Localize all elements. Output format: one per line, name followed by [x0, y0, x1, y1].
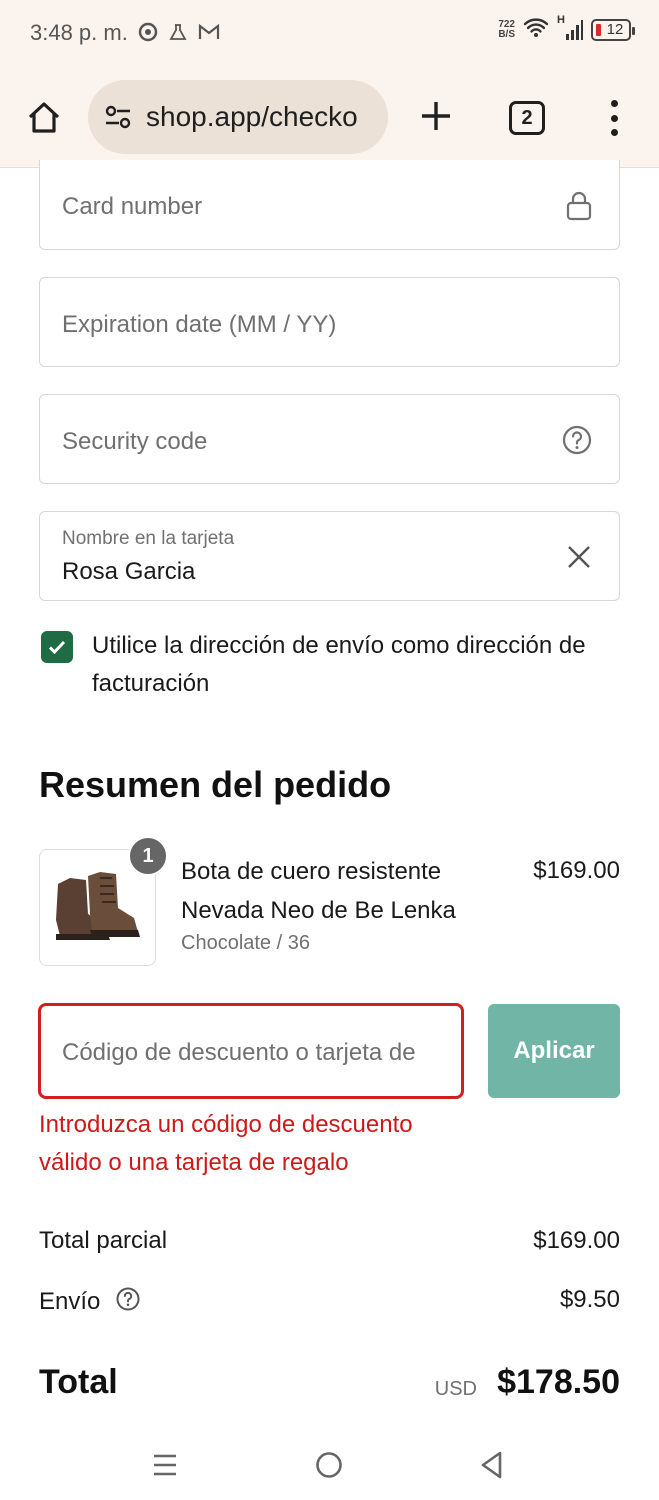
shipping-help-icon[interactable]	[115, 1286, 141, 1319]
menu-dot-icon	[610, 100, 618, 107]
chrome-icon	[138, 22, 158, 42]
browser-menu-button[interactable]	[600, 98, 628, 138]
card-number-field[interactable]: Card number	[39, 160, 620, 250]
name-on-card-label: Nombre en la tarjeta	[62, 528, 235, 549]
quantity-badge: 1	[128, 836, 168, 876]
shipping-label: Envío	[39, 1287, 101, 1315]
battery-fill	[596, 23, 601, 36]
menu-lines-icon	[154, 1454, 176, 1476]
total-label: Total	[39, 1363, 118, 1401]
battery-level: 12	[606, 21, 624, 38]
home-button[interactable]	[24, 98, 64, 138]
network-speed-unit: B/S	[498, 28, 515, 40]
discount-code-input[interactable]: Código de descuento o tarjeta de	[38, 1003, 464, 1099]
lock-icon	[565, 190, 593, 227]
circle-icon	[316, 1452, 342, 1478]
product-price: $169.00	[533, 857, 620, 884]
back-triangle-icon	[481, 1451, 502, 1479]
url-text[interactable]: shop.app/checko	[146, 101, 358, 133]
recent-apps-button[interactable]	[145, 1445, 185, 1485]
total-value: $178.50	[497, 1363, 620, 1401]
system-navigation-bar	[0, 1425, 659, 1500]
help-icon[interactable]	[561, 424, 593, 461]
signal-icon: H	[557, 14, 583, 42]
status-right-icons: 722 B/S H 12	[498, 14, 635, 43]
expiration-date-placeholder: Expiration date (MM / YY)	[62, 311, 337, 338]
total-currency: USD	[434, 1378, 477, 1400]
home-icon	[28, 102, 60, 133]
shipping-value: $9.50	[559, 1286, 620, 1313]
security-code-field[interactable]: Security code	[39, 394, 620, 484]
apply-discount-button[interactable]: Aplicar	[488, 1004, 620, 1098]
gmail-icon	[198, 22, 220, 42]
tab-switcher-button[interactable]: 2	[509, 101, 545, 135]
order-summary-title: Resumen del pedido	[39, 764, 392, 805]
security-code-placeholder: Security code	[62, 428, 208, 455]
menu-dot-icon	[610, 114, 618, 122]
clear-icon[interactable]	[565, 543, 593, 576]
shipping-row: Envío	[39, 1286, 141, 1319]
flask-icon	[168, 22, 188, 42]
billing-address-checkbox[interactable]	[41, 631, 73, 663]
name-on-card-value[interactable]: Rosa Garcia	[62, 558, 195, 586]
notification-icons	[138, 22, 220, 42]
wifi-icon	[523, 16, 549, 43]
home-nav-button[interactable]	[309, 1445, 349, 1485]
new-tab-button[interactable]	[418, 98, 454, 134]
status-bar: 3:48 p. m. 722 B/S H 12	[0, 0, 659, 68]
product-variant: Chocolate / 36	[181, 932, 310, 954]
expiration-date-field[interactable]: Expiration date (MM / YY)	[39, 277, 620, 367]
menu-dot-icon	[610, 129, 618, 136]
discount-code-placeholder: Código de descuento o tarjeta de	[62, 1039, 416, 1066]
browser-toolbar: shop.app/checko 2	[0, 68, 659, 168]
card-number-placeholder: Card number	[62, 193, 203, 220]
tab-count: 2	[521, 106, 533, 129]
discount-error-message: Introduzca un código de descuento válido…	[39, 1111, 413, 1176]
subtotal-label: Total parcial	[39, 1227, 168, 1254]
network-speed: 722 B/S	[498, 18, 515, 40]
network-speed-value: 722	[498, 18, 515, 30]
battery-icon: 12	[591, 18, 635, 41]
product-name: Bota de cuero resistente Nevada Neo de B…	[181, 858, 456, 924]
site-settings-icon[interactable]	[102, 101, 134, 133]
checkmark-icon	[48, 640, 66, 655]
subtotal-value: $169.00	[533, 1227, 620, 1254]
name-on-card-field[interactable]: Nombre en la tarjeta Rosa Garcia	[39, 511, 620, 601]
address-bar[interactable]: shop.app/checko	[88, 80, 388, 154]
plus-icon	[422, 102, 450, 130]
back-nav-button[interactable]	[472, 1445, 512, 1485]
billing-address-label: Utilice la dirección de envío como direc…	[92, 632, 586, 697]
status-time: 3:48 p. m.	[30, 20, 128, 45]
